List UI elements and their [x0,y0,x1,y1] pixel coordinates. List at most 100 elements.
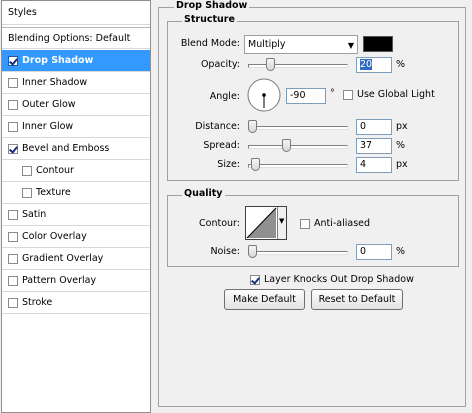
style-item-checkbox[interactable] [8,231,18,242]
use-global-light-checkbox[interactable]: Use Global Light [343,89,435,100]
contour-label: Contour: [199,218,240,229]
style-item-label: Texture [36,187,71,198]
noise-value: 0 [360,246,367,257]
size-slider-thumb[interactable] [250,158,260,171]
distance-label: Distance: [195,121,240,132]
style-item-checkbox[interactable] [8,143,18,154]
layer-knocks-out-checkbox[interactable]: Layer Knocks Out Drop Shadow [250,274,414,285]
anti-aliased-label: Anti-aliased [314,218,371,229]
style-item-label: Satin [22,209,47,220]
noise-unit: % [396,246,406,257]
make-default-label: Make Default [233,294,296,305]
style-item-color-overlay[interactable]: Color Overlay [2,226,150,248]
drop-shadow-title: Drop Shadow [174,0,250,11]
style-item-label: Outer Glow [22,99,76,110]
size-slider-track[interactable] [248,164,348,168]
angle-label: Angle: [209,91,240,102]
reset-to-default-button[interactable]: Reset to Default [311,289,403,310]
noise-slider-track[interactable] [248,251,348,255]
style-item-checkbox[interactable] [8,297,18,308]
chevron-down-icon: ▼ [347,41,354,50]
angle-value: -90 [290,90,306,101]
style-item-checkbox[interactable] [8,99,18,110]
styles-header[interactable]: Styles [2,1,150,25]
style-item-checkbox[interactable] [22,165,32,176]
distance-value: 0 [360,121,367,132]
style-item-label: Drop Shadow [22,55,94,66]
style-item-checkbox[interactable] [22,187,32,198]
quality-title: Quality [182,188,225,199]
spread-input[interactable]: 37 [356,138,392,154]
style-item-label: Gradient Overlay [22,253,104,264]
style-item-satin[interactable]: Satin [2,204,150,226]
style-item-checkbox[interactable] [8,253,18,264]
distance-input[interactable]: 0 [356,119,392,135]
make-default-button[interactable]: Make Default [224,289,305,310]
opacity-label: Opacity: [200,59,240,70]
blending-options-item[interactable]: Blending Options: Default [2,27,150,49]
style-item-label: Inner Glow [22,121,74,132]
spread-unit: % [396,140,406,151]
structure-title: Structure [182,14,237,25]
opacity-slider-thumb[interactable] [266,58,276,71]
style-item-inner-glow[interactable]: Inner Glow [2,116,150,138]
style-item-label: Contour [36,165,74,176]
anti-aliased-checkbox[interactable]: Anti-aliased [300,218,370,229]
noise-label: Noise: [210,246,240,257]
spread-slider-thumb[interactable] [281,139,291,152]
style-item-label: Color Overlay [22,231,87,242]
distance-slider-track[interactable] [248,126,348,130]
style-item-checkbox[interactable] [8,77,18,88]
style-item-bevel-and-emboss[interactable]: Bevel and Emboss [2,138,150,160]
spread-label: Spread: [203,140,240,151]
size-value: 4 [360,159,367,170]
blending-options-label: Blending Options: Default [8,32,131,44]
angle-dial[interactable] [246,77,282,113]
style-item-checkbox[interactable] [8,121,18,132]
distance-slider-thumb[interactable] [248,120,257,133]
size-unit: px [396,159,408,170]
style-item-checkbox[interactable] [8,55,18,66]
opacity-slider-track[interactable] [248,64,348,68]
layer-knocks-out-label: Layer Knocks Out Drop Shadow [264,274,414,285]
style-item-gradient-overlay[interactable]: Gradient Overlay [2,248,150,270]
distance-unit: px [396,121,408,132]
size-input[interactable]: 4 [356,157,392,173]
contour-preview-icon [246,207,277,239]
opacity-input[interactable]: 20 [356,57,392,73]
style-item-checkbox[interactable] [8,275,18,286]
reset-to-default-label: Reset to Default [318,294,396,305]
layer-knocks-out-box[interactable] [250,274,260,285]
angle-dial-center [262,93,266,97]
style-item-label: Stroke [22,297,53,308]
styles-list-panel: Styles Blending Options: Default Drop Sh… [1,0,151,413]
angle-input[interactable]: -90 [286,88,326,104]
style-item-label: Inner Shadow [22,77,88,88]
style-item-checkbox[interactable] [8,209,18,220]
opacity-value: 20 [360,59,373,70]
use-global-light-label: Use Global Light [357,89,435,100]
style-item-outer-glow[interactable]: Outer Glow [2,94,150,116]
spread-value: 37 [360,140,373,151]
style-item-drop-shadow[interactable]: Drop Shadow [2,50,150,72]
opacity-unit: % [396,59,406,70]
style-item-contour[interactable]: Contour [2,160,150,182]
anti-aliased-box[interactable] [300,218,310,229]
style-item-label: Bevel and Emboss [22,143,110,154]
noise-input[interactable]: 0 [356,244,392,260]
spread-slider-track[interactable] [248,145,348,149]
blend-mode-value: Multiply [248,39,286,50]
use-global-light-box[interactable] [343,89,353,100]
style-item-inner-shadow[interactable]: Inner Shadow [2,72,150,94]
blend-mode-label: Blend Mode: [180,38,240,49]
style-item-texture[interactable]: Texture [2,182,150,204]
contour-dropdown-button[interactable]: ▼ [277,207,286,239]
style-item-pattern-overlay[interactable]: Pattern Overlay [2,270,150,292]
contour-picker[interactable]: ▼ [245,206,287,240]
noise-slider-thumb[interactable] [248,245,257,258]
size-label: Size: [217,159,240,170]
style-item-stroke[interactable]: Stroke [2,292,150,314]
blend-mode-select[interactable]: Multiply ▼ [244,35,358,54]
angle-unit: ° [330,88,335,99]
shadow-color-swatch[interactable] [363,36,393,52]
